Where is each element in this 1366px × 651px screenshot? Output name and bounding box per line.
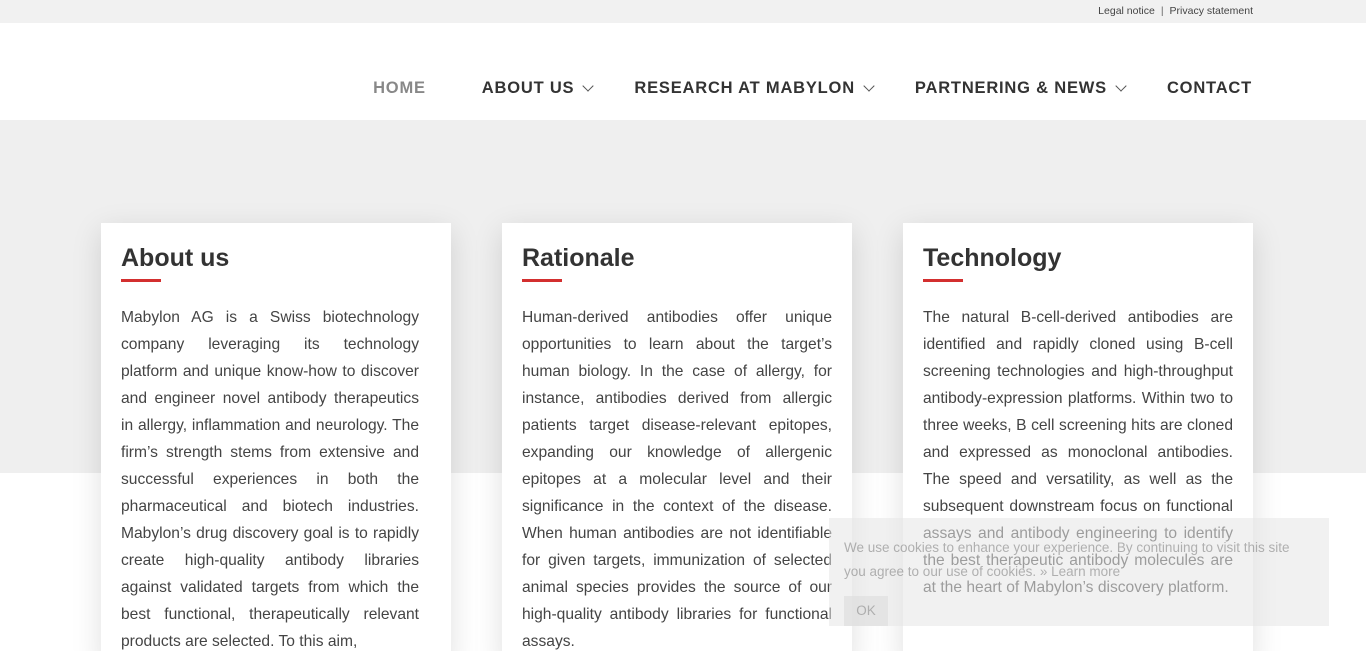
nav-contact-label: CONTACT <box>1166 79 1252 97</box>
chevron-down-icon <box>863 80 875 92</box>
nav-partnering-label: PARTNERING & NEWS <box>914 79 1107 97</box>
nav-item-about-us[interactable]: ABOUT US <box>481 79 595 98</box>
card-title: Rationale <box>522 244 635 272</box>
cookie-learn-more-link[interactable]: » Learn more <box>1040 564 1120 579</box>
title-underline <box>522 279 562 282</box>
nav-about-label: ABOUT US <box>481 79 575 97</box>
cookie-message-block: We use cookies to enhance your experienc… <box>844 536 1314 584</box>
nav-item-contact[interactable]: CONTACT <box>1167 79 1252 98</box>
privacy-statement-link[interactable]: Privacy statement <box>1170 5 1253 17</box>
nav-research-label: RESEARCH AT MABYLON <box>634 79 855 97</box>
card-text: Human-derived antibodies offer unique op… <box>522 309 832 650</box>
title-underline <box>923 279 963 282</box>
link-separator: | <box>1160 5 1164 17</box>
about-us-card: About us Mabylon AG is a Swiss biotechno… <box>101 223 451 651</box>
chevron-down-icon <box>1115 80 1127 92</box>
chevron-down-icon <box>582 80 595 92</box>
title-underline <box>121 279 161 282</box>
card-title: Technology <box>923 244 1062 272</box>
nav-item-research[interactable]: RESEARCH AT MABYLON <box>634 79 875 98</box>
main-navigation: HOME ABOUT US RESEARCH AT MABYLON PARTNE… <box>373 79 1252 98</box>
nav-item-home[interactable]: HOME <box>373 79 426 98</box>
card-title: About us <box>121 244 230 272</box>
top-utility-bar: Legal notice | Privacy statement <box>0 0 1366 23</box>
legal-notice-link[interactable]: Legal notice <box>1098 5 1155 17</box>
site-header: HOME ABOUT US RESEARCH AT MABYLON PARTNE… <box>0 23 1366 120</box>
cookie-ok-button[interactable]: OK <box>844 596 888 626</box>
nav-item-partnering-news[interactable]: PARTNERING & NEWS <box>914 79 1127 98</box>
card-text: Mabylon AG is a Swiss biotechnology comp… <box>121 309 419 650</box>
nav-home-label: HOME <box>373 79 426 97</box>
utility-links: Legal notice | Privacy statement <box>1098 5 1253 17</box>
rationale-card: Rationale Human-derived antibodies offer… <box>502 223 852 651</box>
cookie-banner: We use cookies to enhance your experienc… <box>829 518 1329 626</box>
